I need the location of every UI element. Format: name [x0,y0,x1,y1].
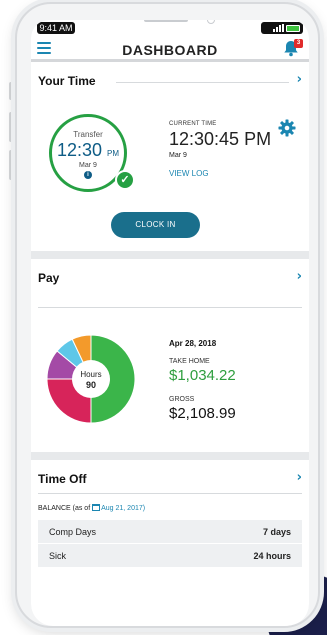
your-time-title: Your Time [38,74,96,88]
volume-down-button [9,150,13,180]
time-off-header[interactable]: Time Off › [38,460,302,494]
notification-badge: 3 [294,39,303,48]
current-time-label: CURRENT TIME [169,121,217,127]
donut-hole [72,360,110,398]
as-of-date: Aug 21, 2017) [101,505,146,512]
current-time-block: CURRENT TIME 12:30:45 PM Mar 9 VIEW LOG [169,121,271,178]
pay-date: Apr 28, 2018 [169,339,217,348]
status-time: 9:41 AM [37,22,75,34]
time-off-row[interactable]: Sick 24 hours [38,544,302,568]
transfer-ampm: PM [107,149,120,158]
your-time-card: Your Time › Transfer 12:30 PM Mar 9 i ✓ … [31,62,309,251]
status-bar: 9:41 AM [31,20,309,36]
mute-switch [9,82,13,100]
time-off-type: Sick [49,551,67,561]
your-time-header[interactable]: Your Time › [31,62,309,98]
transfer-time: 12:30 PM [52,140,124,161]
phone-frame: 9:41 AM DASHBOARD 3 Your Time › Transfer… [15,2,320,628]
calendar-icon [92,504,101,511]
current-date: Mar 9 [169,152,187,159]
speaker-grille [144,20,188,22]
balance-line: BALANCE (as of Aug 21, 2017) [31,494,309,520]
time-off-card: Time Off › BALANCE (as of Aug 21, 2017) … [31,460,309,626]
clock-in-button[interactable]: CLOCK IN [111,212,200,238]
time-off-title: Time Off [38,472,87,486]
pay-summary: Apr 28, 2018 TAKE HOME $1,034.22 GROSS $… [169,339,236,422]
info-icon[interactable]: i [84,171,92,179]
chevron-right-icon[interactable]: › [297,72,302,87]
transfer-label: Transfer [73,130,103,139]
status-indicators [261,22,303,34]
pay-title: Pay [38,271,60,285]
battery-icon [286,24,300,32]
page-title: DASHBOARD [122,42,218,58]
pay-card: Pay › Hours 90 Apr 28, 2018 TAKE HOME $1… [31,259,309,452]
transfer-date: Mar 9 [79,162,97,169]
time-off-balance: 24 hours [253,551,291,561]
notifications-button[interactable]: 3 [283,39,303,58]
chevron-right-icon[interactable]: › [297,470,302,485]
app-header: DASHBOARD 3 [31,36,309,62]
take-home-value: $1,034.22 [169,367,236,384]
time-off-type: Comp Days [49,527,97,537]
checkmark-icon: ✓ [115,170,135,190]
balance-label: BALANCE [38,505,71,512]
header-divider [38,307,302,308]
app-screen: 9:41 AM DASHBOARD 3 Your Time › Transfer… [31,20,309,626]
transfer-time-value: 12:30 [56,140,103,160]
hours-donut-chart: Hours 90 [46,334,136,424]
front-camera [207,20,215,24]
donut-center-value: 90 [86,380,96,390]
device-stage: 9:41 AM DASHBOARD 3 Your Time › Transfer… [0,0,327,635]
gross-value: $2,108.99 [169,405,236,422]
pay-header[interactable]: Pay › [31,259,309,295]
signal-icon [273,24,284,32]
volume-up-button [9,112,13,142]
gear-icon[interactable] [278,119,296,137]
header-divider [116,82,289,83]
time-off-row[interactable]: Comp Days 7 days [38,520,302,544]
view-log-link[interactable]: VIEW LOG [169,169,271,178]
current-time-value: 12:30:45 PM [169,129,272,149]
gross-label: GROSS [169,396,195,403]
donut-center-label: Hours [80,370,101,379]
as-of-label: (as of [72,505,91,512]
take-home-label: TAKE HOME [169,358,210,365]
chevron-right-icon[interactable]: › [297,269,302,284]
time-off-balance: 7 days [262,527,291,537]
